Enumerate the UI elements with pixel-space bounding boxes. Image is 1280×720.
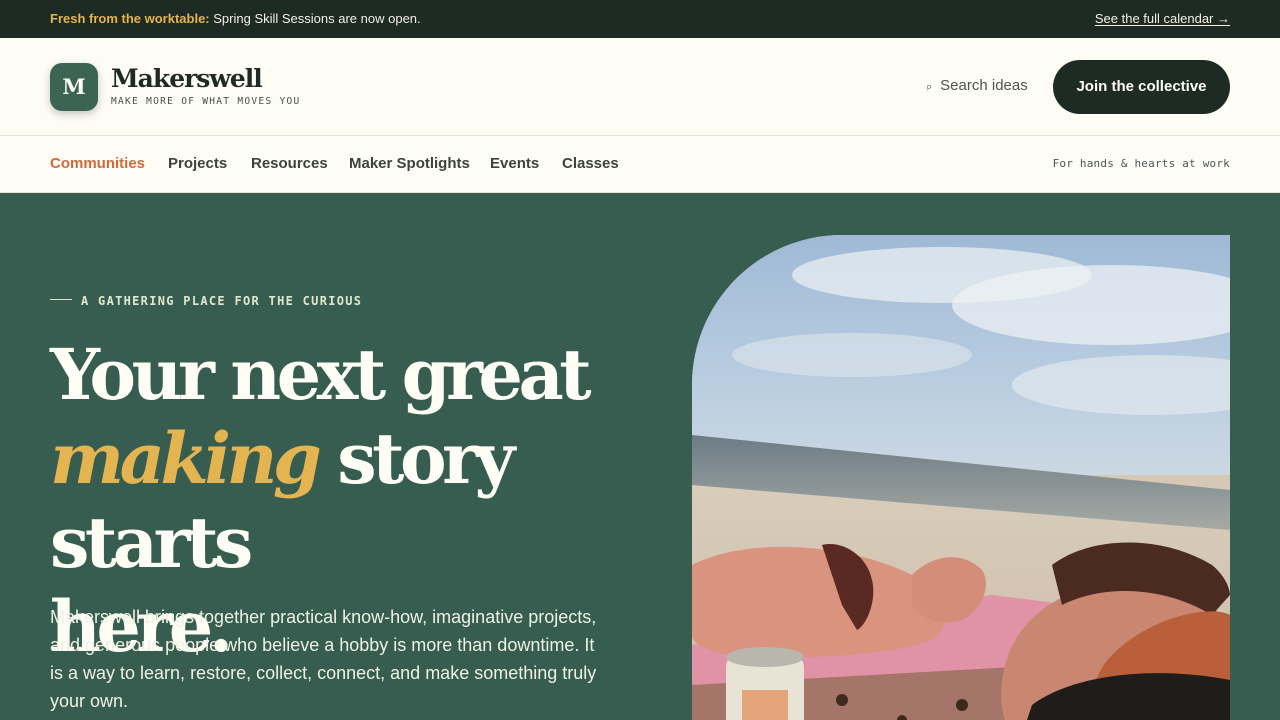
nav-item-maker-spotlights[interactable]: Maker Spotlights xyxy=(349,155,470,172)
eyebrow-text: A GATHERING PLACE FOR THE CURIOUS xyxy=(81,294,363,308)
nav-item-resources[interactable]: Resources xyxy=(251,155,328,172)
join-collective-button[interactable]: Join the collective xyxy=(1053,60,1230,114)
main-nav: Communities Projects Resources Maker Spo… xyxy=(0,137,1280,193)
announcement-text: Fresh from the worktable: Spring Skill S… xyxy=(50,11,421,26)
announcement-bar: Fresh from the worktable: Spring Skill S… xyxy=(0,0,1280,38)
nav-note: For hands & hearts at work xyxy=(1052,157,1230,170)
brand-name[interactable]: Makerswell xyxy=(111,64,263,93)
full-calendar-link[interactable]: See the full calendar → xyxy=(1095,11,1230,26)
search-button[interactable]: ⌕ Search ideas xyxy=(924,77,1028,94)
eyebrow-rule xyxy=(50,299,72,300)
search-label: Search ideas xyxy=(940,77,1028,94)
site-header: M Makerswell MAKE MORE OF WHAT MOVES YOU… xyxy=(0,38,1280,136)
brand-tagline: MAKE MORE OF WHAT MOVES YOU xyxy=(111,96,301,107)
nav-item-projects[interactable]: Projects xyxy=(168,155,227,172)
hero-body: Makerswell brings together practical kno… xyxy=(50,607,597,711)
headline-accent: making xyxy=(50,417,322,500)
nav-item-events[interactable]: Events xyxy=(490,155,539,172)
beach-scene-image xyxy=(692,235,1230,720)
search-icon: ⌕ xyxy=(924,80,934,94)
headline-line-1: Your next great xyxy=(50,333,592,416)
hero-section: A GATHERING PLACE FOR THE CURIOUS Your n… xyxy=(0,193,1280,720)
hero-photo xyxy=(692,235,1230,720)
announcement-lead: Fresh from the worktable: xyxy=(50,11,210,26)
hero-eyebrow: A GATHERING PLACE FOR THE CURIOUS xyxy=(50,294,362,308)
nav-item-classes[interactable]: Classes xyxy=(562,155,619,172)
announcement-message: Spring Skill Sessions are now open. xyxy=(209,11,421,26)
logo-mark[interactable]: M xyxy=(50,63,98,111)
nav-item-communities[interactable]: Communities xyxy=(50,155,145,172)
